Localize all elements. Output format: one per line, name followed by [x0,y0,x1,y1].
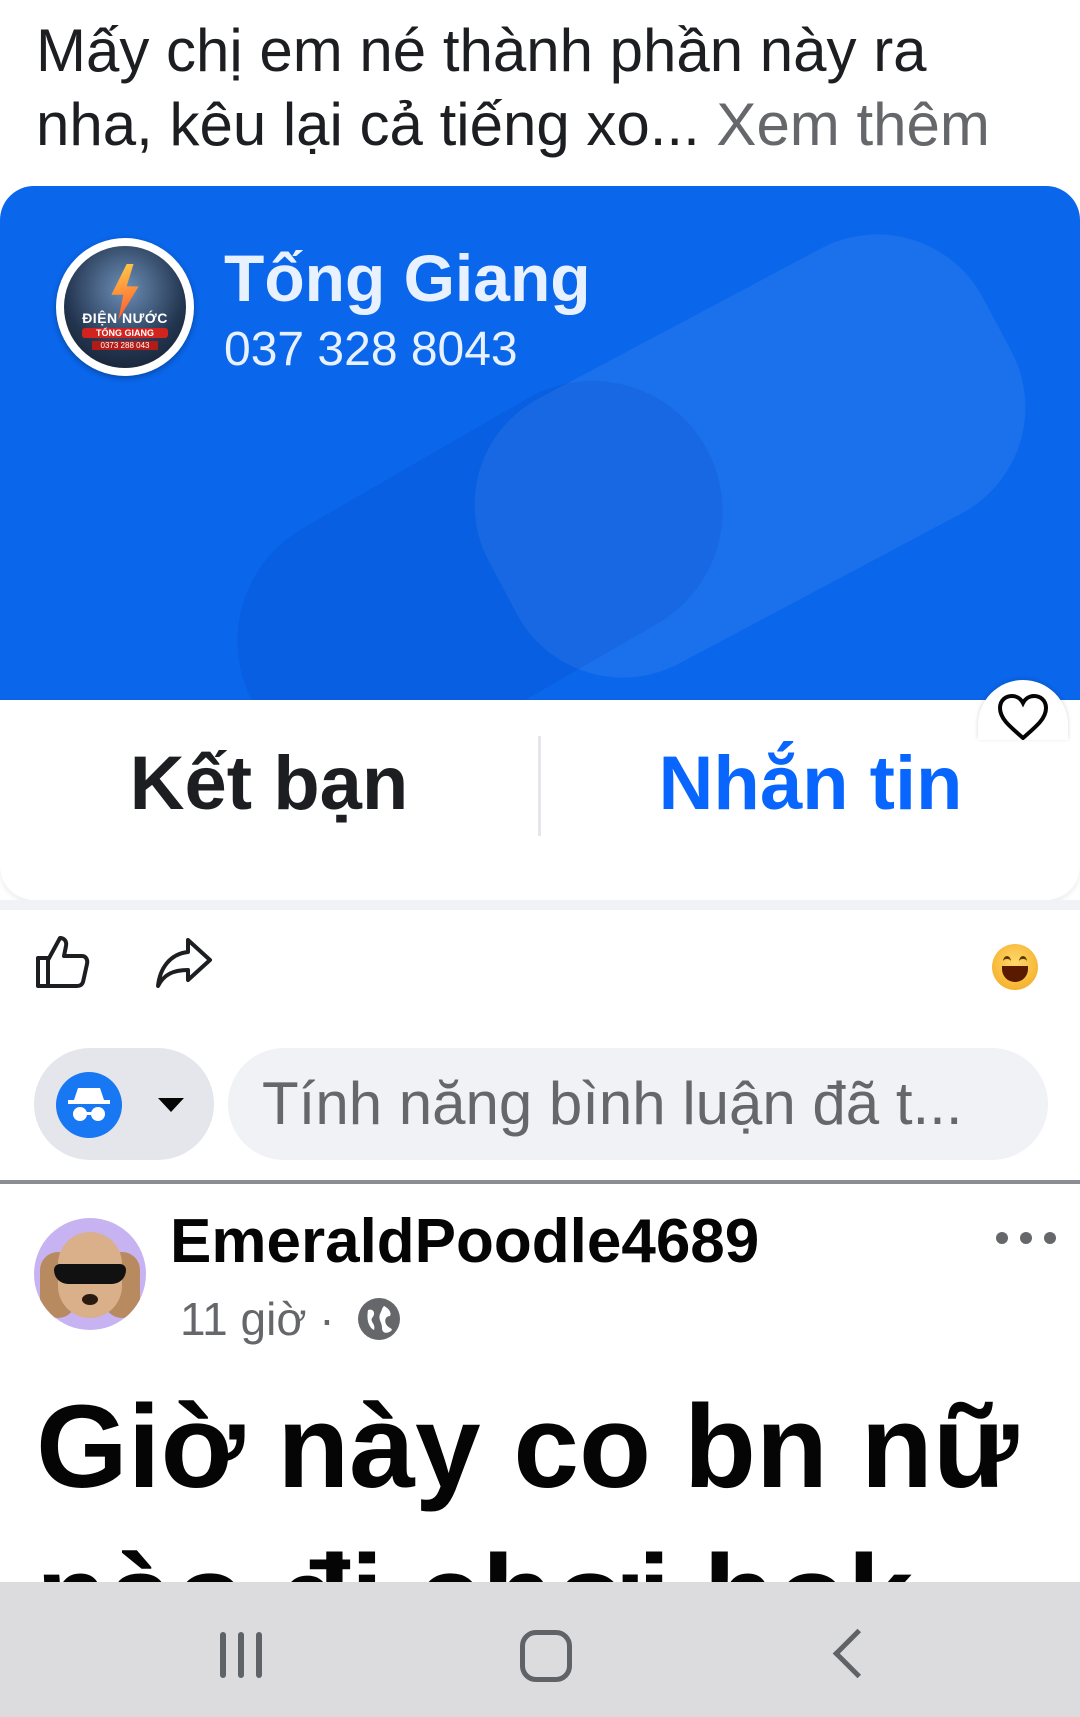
comment-input[interactable]: Tính năng bình luận đã t... [228,1048,1048,1160]
logo-text: ĐIỆN NƯỚC [82,310,168,326]
post-time: 11 giờ · [180,1293,335,1345]
incognito-icon [56,1072,122,1138]
message-button[interactable]: Nhắn tin [541,740,1080,827]
contact-card-banner: ĐIỆN NƯỚC TỐNG GIANG 0373 288 043 Tống G… [0,186,1080,700]
recent-apps-icon[interactable] [220,1632,266,1678]
post-separator [0,1180,1080,1184]
comment-composer: Tính năng bình luận đã t... [0,1048,1080,1164]
home-icon[interactable] [520,1630,572,1682]
post-actions [0,930,1080,1010]
more-options-icon[interactable] [996,1228,1056,1248]
avatar[interactable] [34,1218,146,1330]
back-icon[interactable] [832,1628,883,1679]
contact-card-actions: Kết bạn Nhắn tin [0,700,1080,900]
sunglasses-icon [54,1264,126,1284]
comment-placeholder: Tính năng bình luận đã t... [262,1070,963,1137]
logo-text: 0373 288 043 [92,341,158,350]
post-text-line: Giờ này co bn nữ [36,1381,1019,1513]
see-more-link[interactable]: Xem thêm [716,91,989,158]
identity-selector[interactable] [34,1048,214,1160]
post-caption: Mấy chị em né thành phần này ra nha, kêu… [36,14,1056,162]
contact-name: Tống Giang [224,241,591,315]
share-arrow-icon[interactable] [152,930,216,994]
laughing-emoji-icon[interactable] [992,944,1038,990]
business-logo: ĐIỆN NƯỚC TỐNG GIANG 0373 288 043 [56,238,194,376]
chevron-down-icon [158,1098,184,1112]
section-divider [0,900,1080,910]
contact-card: ĐIỆN NƯỚC TỐNG GIANG 0373 288 043 Tống G… [0,186,1080,906]
add-friend-button[interactable]: Kết bạn [0,740,538,827]
globe-icon [358,1298,400,1340]
contact-phone: 037 328 8043 [224,323,518,376]
system-navbar [0,1582,1080,1717]
logo-text: TỐNG GIANG [82,328,168,338]
post-author[interactable]: EmeraldPoodle4689 [170,1206,759,1277]
thumbs-up-icon[interactable] [30,930,94,994]
